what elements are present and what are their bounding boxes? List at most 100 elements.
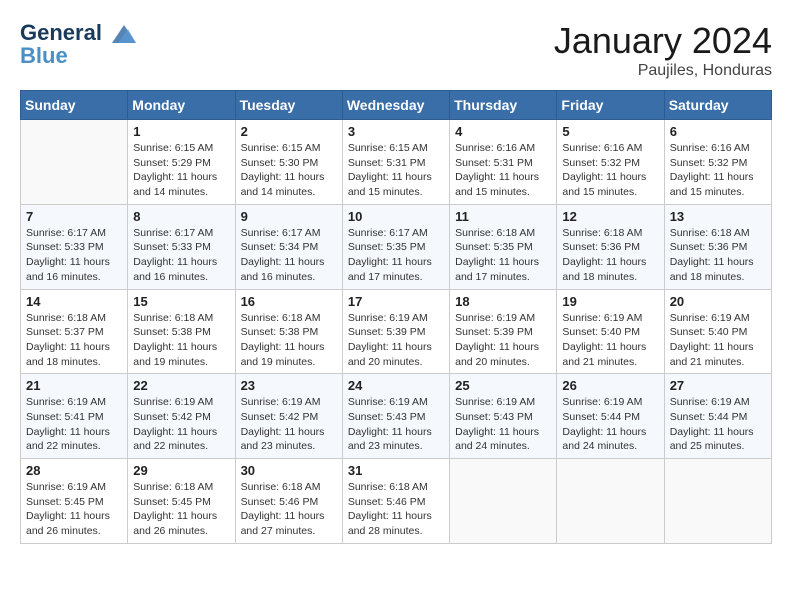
day-info: Sunrise: 6:18 AMSunset: 5:37 PMDaylight:… xyxy=(26,311,122,370)
day-number: 16 xyxy=(241,294,337,309)
day-info: Sunrise: 6:19 AMSunset: 5:40 PMDaylight:… xyxy=(562,311,658,370)
calendar-day-cell: 19 Sunrise: 6:19 AMSunset: 5:40 PMDayligh… xyxy=(557,289,664,374)
day-number: 31 xyxy=(348,463,444,478)
day-number: 18 xyxy=(455,294,551,309)
calendar-day-cell: 16 Sunrise: 6:18 AMSunset: 5:38 PMDayligh… xyxy=(235,289,342,374)
day-info: Sunrise: 6:19 AMSunset: 5:45 PMDaylight:… xyxy=(26,480,122,539)
day-number: 21 xyxy=(26,378,122,393)
calendar-header: SundayMondayTuesdayWednesdayThursdayFrid… xyxy=(21,91,772,120)
day-number: 10 xyxy=(348,209,444,224)
day-number: 7 xyxy=(26,209,122,224)
calendar-day-cell: 1Sunrise: 6:15 AMSunset: 5:29 PMDaylight… xyxy=(128,120,235,205)
weekday-header-monday: Monday xyxy=(128,91,235,120)
day-number: 17 xyxy=(348,294,444,309)
calendar-day-cell: 29Sunrise: 6:18 AMSunset: 5:45 PMDayligh… xyxy=(128,459,235,544)
empty-day-cell xyxy=(21,120,128,205)
calendar-day-cell: 24 Sunrise: 6:19 AMSunset: 5:43 PMDayligh… xyxy=(342,374,449,459)
calendar-day-cell: 23Sunrise: 6:19 AMSunset: 5:42 PMDayligh… xyxy=(235,374,342,459)
weekday-header-sunday: Sunday xyxy=(21,91,128,120)
day-info: Sunrise: 6:19 AMSunset: 5:39 PMDaylight:… xyxy=(455,311,551,370)
calendar-day-cell: 26Sunrise: 6:19 AMSunset: 5:44 PMDayligh… xyxy=(557,374,664,459)
day-number: 22 xyxy=(133,378,229,393)
day-number: 24 xyxy=(348,378,444,393)
day-number: 13 xyxy=(670,209,766,224)
calendar-day-cell: 5Sunrise: 6:16 AMSunset: 5:32 PMDaylight… xyxy=(557,120,664,205)
weekday-header-row: SundayMondayTuesdayWednesdayThursdayFrid… xyxy=(21,91,772,120)
logo-general: General xyxy=(20,20,102,45)
calendar-day-cell: 30 Sunrise: 6:18 AMSunset: 5:46 PMDayligh… xyxy=(235,459,342,544)
calendar-week-row: 21 Sunrise: 6:19 AMSunset: 5:41 PMDayligh… xyxy=(21,374,772,459)
calendar-day-cell: 17Sunrise: 6:19 AMSunset: 5:39 PMDayligh… xyxy=(342,289,449,374)
calendar-day-cell: 25Sunrise: 6:19 AMSunset: 5:43 PMDayligh… xyxy=(450,374,557,459)
calendar-day-cell: 28 Sunrise: 6:19 AMSunset: 5:45 PMDayligh… xyxy=(21,459,128,544)
calendar-body: 1Sunrise: 6:15 AMSunset: 5:29 PMDaylight… xyxy=(21,120,772,544)
weekday-header-saturday: Saturday xyxy=(664,91,771,120)
day-info: Sunrise: 6:18 AMSunset: 5:35 PMDaylight:… xyxy=(455,226,551,285)
day-number: 23 xyxy=(241,378,337,393)
day-info: Sunrise: 6:18 AMSunset: 5:46 PMDaylight:… xyxy=(241,480,337,539)
calendar-table: SundayMondayTuesdayWednesdayThursdayFrid… xyxy=(20,90,772,544)
weekday-header-tuesday: Tuesday xyxy=(235,91,342,120)
main-title: January 2024 xyxy=(554,20,772,62)
calendar-week-row: 28 Sunrise: 6:19 AMSunset: 5:45 PMDayligh… xyxy=(21,459,772,544)
day-number: 30 xyxy=(241,463,337,478)
day-info: Sunrise: 6:17 AMSunset: 5:33 PMDaylight:… xyxy=(26,226,122,285)
day-number: 20 xyxy=(670,294,766,309)
day-info: Sunrise: 6:19 AMSunset: 5:44 PMDaylight:… xyxy=(562,395,658,454)
calendar-day-cell: 21 Sunrise: 6:19 AMSunset: 5:41 PMDayligh… xyxy=(21,374,128,459)
calendar-day-cell: 11Sunrise: 6:18 AMSunset: 5:35 PMDayligh… xyxy=(450,204,557,289)
day-number: 5 xyxy=(562,124,658,139)
calendar-day-cell: 7 Sunrise: 6:17 AMSunset: 5:33 PMDaylight… xyxy=(21,204,128,289)
subtitle: Paujiles, Honduras xyxy=(554,62,772,80)
logo-text: General xyxy=(20,20,138,45)
weekday-header-friday: Friday xyxy=(557,91,664,120)
day-number: 2 xyxy=(241,124,337,139)
day-info: Sunrise: 6:19 AMSunset: 5:40 PMDaylight:… xyxy=(670,311,766,370)
calendar-day-cell: 3 Sunrise: 6:15 AMSunset: 5:31 PMDaylight… xyxy=(342,120,449,205)
day-number: 14 xyxy=(26,294,122,309)
logo-icon xyxy=(110,23,138,45)
calendar-week-row: 1Sunrise: 6:15 AMSunset: 5:29 PMDaylight… xyxy=(21,120,772,205)
calendar-day-cell: 27 Sunrise: 6:19 AMSunset: 5:44 PMDayligh… xyxy=(664,374,771,459)
day-info: Sunrise: 6:18 AMSunset: 5:36 PMDaylight:… xyxy=(670,226,766,285)
calendar-day-cell: 9 Sunrise: 6:17 AMSunset: 5:34 PMDaylight… xyxy=(235,204,342,289)
day-number: 6 xyxy=(670,124,766,139)
day-info: Sunrise: 6:17 AMSunset: 5:34 PMDaylight:… xyxy=(241,226,337,285)
day-number: 19 xyxy=(562,294,658,309)
day-info: Sunrise: 6:18 AMSunset: 5:36 PMDaylight:… xyxy=(562,226,658,285)
day-info: Sunrise: 6:19 AMSunset: 5:44 PMDaylight:… xyxy=(670,395,766,454)
day-info: Sunrise: 6:19 AMSunset: 5:42 PMDaylight:… xyxy=(133,395,229,454)
day-info: Sunrise: 6:16 AMSunset: 5:31 PMDaylight:… xyxy=(455,141,551,200)
day-number: 9 xyxy=(241,209,337,224)
page-header: General Blue January 2024 Paujiles, Hond… xyxy=(20,20,772,80)
day-number: 25 xyxy=(455,378,551,393)
calendar-day-cell: 15Sunrise: 6:18 AMSunset: 5:38 PMDayligh… xyxy=(128,289,235,374)
day-number: 3 xyxy=(348,124,444,139)
day-info: Sunrise: 6:16 AMSunset: 5:32 PMDaylight:… xyxy=(670,141,766,200)
day-info: Sunrise: 6:18 AMSunset: 5:38 PMDaylight:… xyxy=(241,311,337,370)
calendar-day-cell: 13 Sunrise: 6:18 AMSunset: 5:36 PMDayligh… xyxy=(664,204,771,289)
calendar-day-cell: 18 Sunrise: 6:19 AMSunset: 5:39 PMDayligh… xyxy=(450,289,557,374)
logo: General Blue xyxy=(20,20,138,67)
day-number: 28 xyxy=(26,463,122,478)
calendar-week-row: 14 Sunrise: 6:18 AMSunset: 5:37 PMDayligh… xyxy=(21,289,772,374)
calendar-day-cell: 20 Sunrise: 6:19 AMSunset: 5:40 PMDayligh… xyxy=(664,289,771,374)
day-info: Sunrise: 6:15 AMSunset: 5:29 PMDaylight:… xyxy=(133,141,229,200)
day-number: 8 xyxy=(133,209,229,224)
weekday-header-wednesday: Wednesday xyxy=(342,91,449,120)
calendar-day-cell: 8Sunrise: 6:17 AMSunset: 5:33 PMDaylight… xyxy=(128,204,235,289)
calendar-day-cell: 22 Sunrise: 6:19 AMSunset: 5:42 PMDayligh… xyxy=(128,374,235,459)
calendar-day-cell: 12Sunrise: 6:18 AMSunset: 5:36 PMDayligh… xyxy=(557,204,664,289)
day-number: 27 xyxy=(670,378,766,393)
day-info: Sunrise: 6:19 AMSunset: 5:43 PMDaylight:… xyxy=(348,395,444,454)
calendar-day-cell: 10 Sunrise: 6:17 AMSunset: 5:35 PMDayligh… xyxy=(342,204,449,289)
calendar-day-cell: 6 Sunrise: 6:16 AMSunset: 5:32 PMDaylight… xyxy=(664,120,771,205)
day-info: Sunrise: 6:15 AMSunset: 5:31 PMDaylight:… xyxy=(348,141,444,200)
calendar-day-cell: 2 Sunrise: 6:15 AMSunset: 5:30 PMDaylight… xyxy=(235,120,342,205)
day-info: Sunrise: 6:18 AMSunset: 5:46 PMDaylight:… xyxy=(348,480,444,539)
empty-day-cell xyxy=(557,459,664,544)
day-info: Sunrise: 6:15 AMSunset: 5:30 PMDaylight:… xyxy=(241,141,337,200)
day-info: Sunrise: 6:19 AMSunset: 5:41 PMDaylight:… xyxy=(26,395,122,454)
day-number: 4 xyxy=(455,124,551,139)
day-info: Sunrise: 6:17 AMSunset: 5:35 PMDaylight:… xyxy=(348,226,444,285)
